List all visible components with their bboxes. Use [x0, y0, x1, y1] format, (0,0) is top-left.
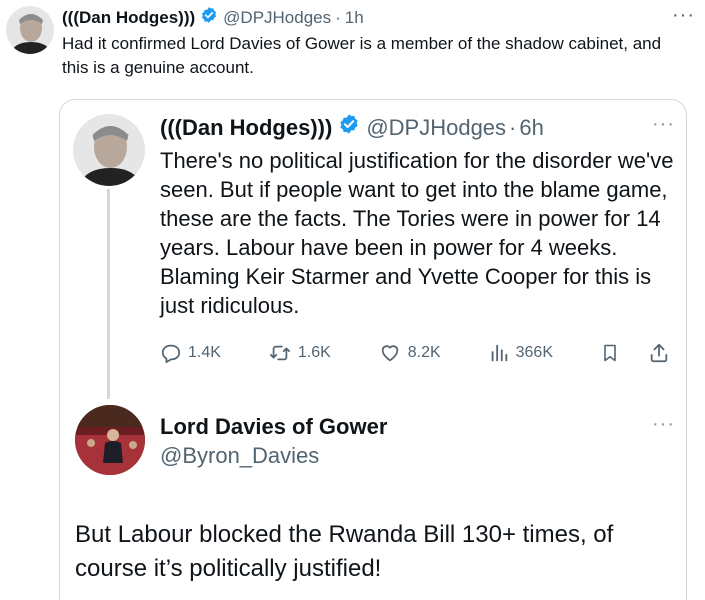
quoted-avatar[interactable] — [73, 114, 145, 186]
more-options-icon[interactable]: ··· — [672, 5, 695, 25]
bookmark-icon[interactable] — [600, 342, 620, 364]
quoted-timestamp[interactable]: 6h — [519, 114, 543, 142]
reply-icon — [160, 342, 182, 364]
heart-icon — [378, 342, 402, 364]
outer-separator: · — [335, 8, 341, 27]
outer-avatar[interactable] — [6, 6, 54, 54]
more-options-icon[interactable]: ··· — [652, 114, 675, 134]
verified-badge-icon — [200, 6, 218, 30]
reply-author-handle[interactable]: @Byron_Davies — [160, 442, 319, 470]
share-icon[interactable] — [648, 342, 670, 364]
reply-tweet-text: But Labour blocked the Rwanda Bill 130+ … — [75, 521, 614, 582]
like-button[interactable]: 8.2K — [378, 342, 441, 364]
verified-badge-icon — [338, 113, 360, 142]
outer-timestamp[interactable]: 1h — [345, 7, 364, 29]
reply-author-name[interactable]: Lord Davies of Gower — [160, 413, 387, 441]
quoted-tweet-text: There's no political justification for t… — [160, 148, 674, 318]
views-count: 366K — [515, 344, 553, 361]
reply-avatar[interactable] — [75, 405, 145, 475]
thread-line — [107, 189, 110, 399]
more-options-icon[interactable]: ··· — [652, 414, 675, 434]
reply-button[interactable]: 1.4K — [160, 342, 221, 364]
like-count: 8.2K — [407, 344, 441, 361]
tweet-utility-actions — [600, 342, 670, 364]
quoted-separator: · — [509, 114, 517, 140]
repost-button[interactable]: 1.6K — [268, 342, 331, 364]
quoted-author-handle[interactable]: @DPJHodges — [366, 114, 506, 142]
quoted-tweet-header: (((Dan Hodges))) @DPJHodges · 6h — [160, 113, 544, 142]
quoted-author-name[interactable]: (((Dan Hodges))) — [160, 114, 332, 142]
views-button[interactable]: 366K — [488, 342, 553, 364]
outer-author-name[interactable]: (((Dan Hodges))) — [62, 7, 195, 29]
outer-tweet-text: Had it confirmed Lord Davies of Gower is… — [62, 34, 662, 77]
outer-author-handle[interactable]: @DPJHodges — [223, 7, 331, 29]
outer-tweet-header: (((Dan Hodges))) @DPJHodges · 1h — [62, 6, 364, 30]
tweet-action-bar: 1.4K 1.6K 8.2K 366K — [160, 340, 670, 366]
views-icon — [488, 342, 510, 364]
repost-icon — [268, 342, 292, 364]
reply-count: 1.4K — [188, 344, 221, 361]
repost-count: 1.6K — [297, 344, 331, 361]
